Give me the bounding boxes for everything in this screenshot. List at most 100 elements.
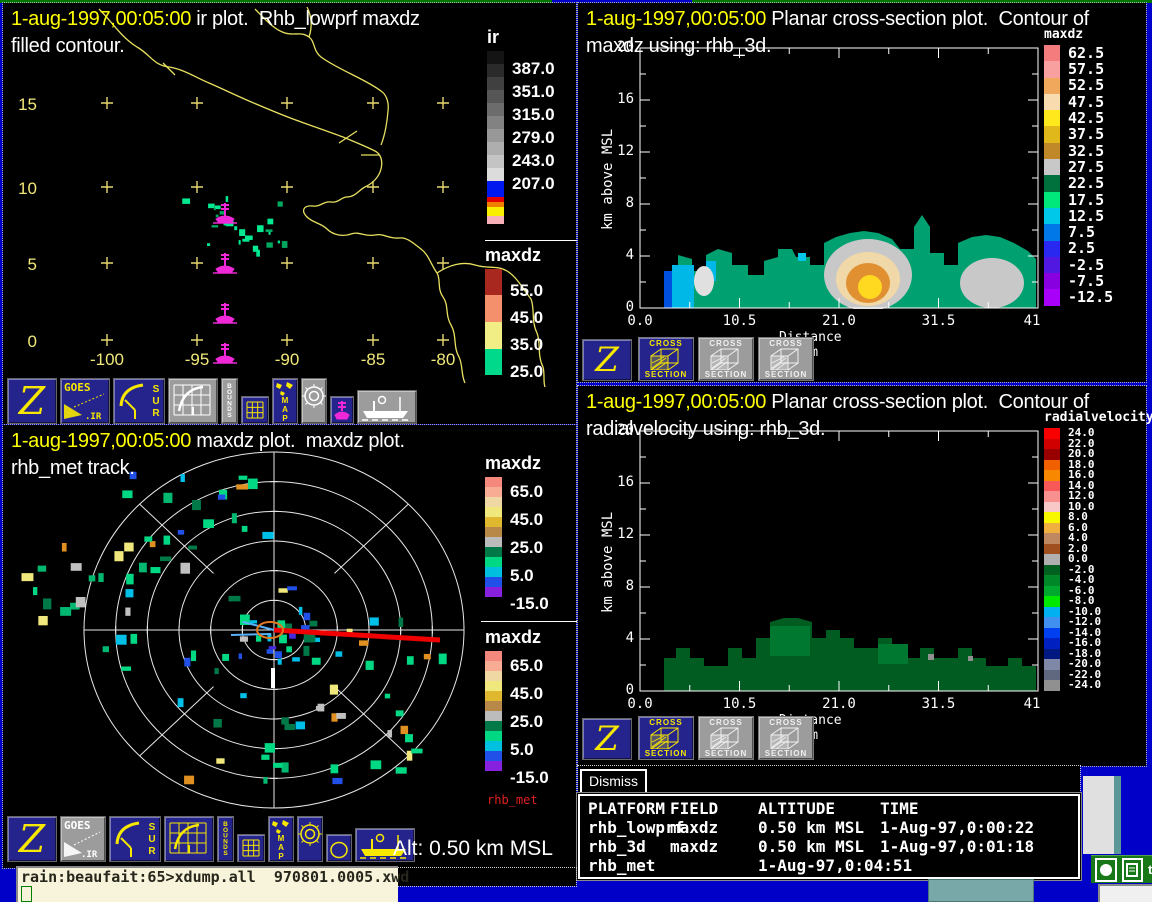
dismiss-button[interactable]: Dismiss [580, 769, 647, 794]
colorbar-separator [485, 240, 577, 241]
table-cell: rhb_3d [588, 837, 646, 856]
title-timestamp: 1-aug-1997,00:05:00 [11, 8, 191, 30]
colorbar-swatches [1044, 45, 1060, 306]
y-tick-label: 16 [608, 91, 634, 107]
y-tick-label: 16 [608, 474, 634, 490]
obscured-window-strip [394, 868, 576, 886]
table-row: rhb_lowprfmaxdz0.50 km MSL1-Aug-97,0:00:… [580, 818, 1078, 837]
cross-label: CROSS [769, 339, 802, 348]
colorbar-field-label: maxdz [485, 627, 541, 648]
title-timestamp: 1-aug-1997,00:05:00 [586, 391, 766, 413]
toolbar-button-radar-dish[interactable]: SUR [113, 378, 165, 424]
svg-text:R: R [148, 846, 156, 857]
colorbar-tick-label: -15.0 [510, 768, 549, 788]
toolbar-button-radar-grid[interactable] [164, 816, 214, 862]
x-tick-label: 0.0 [618, 313, 662, 329]
colorbar-tick-label: 7.5 [1068, 223, 1095, 241]
cross-label: CROSS [649, 718, 682, 727]
toolbar-button-bounds-label[interactable]: BOUNDS [221, 378, 238, 424]
cross-section-button[interactable]: CROSSSECTION [758, 716, 814, 760]
radar-dish: SUR [110, 817, 160, 861]
colorbar-tick-label: 57.5 [1068, 60, 1104, 78]
toolbar-button-zebra-z[interactable]: Z [7, 816, 57, 862]
x-tick-label: 31.5 [917, 313, 961, 329]
toolbar-button-bounds-label[interactable]: BOUNDS [217, 816, 234, 862]
toolbar-button-circle[interactable] [326, 834, 352, 862]
toolbar-button-grid[interactable] [241, 396, 269, 424]
window-menu-button[interactable] [1095, 858, 1117, 882]
svg-text:S: S [149, 822, 156, 833]
toolbar-button-radar-grid[interactable] [168, 378, 218, 424]
colorbar-swatches [485, 269, 502, 375]
cross-label: CROSS [709, 718, 742, 727]
x-tick-label: 21.0 [817, 696, 861, 712]
colorbar-tick-label: 65.0 [510, 482, 543, 502]
toolbar-button-zebra-z[interactable]: Z [7, 378, 57, 424]
colorbar-tick-label: 45.0 [510, 684, 543, 704]
window-doc-button[interactable] [1122, 858, 1144, 882]
toolbar-button-map[interactable]: MAP [272, 378, 298, 424]
cross-section-button[interactable]: CROSS SECTION [758, 337, 814, 381]
colorbar-field-label: maxdz [485, 453, 541, 474]
table-cell: maxdz [670, 818, 718, 837]
panel-title: 1-aug-1997,00:05:00 Planar cross-section… [586, 8, 1089, 31]
section-label: SECTION [765, 370, 808, 379]
table-row: rhb_3dmaxdz0.50 km MSL1-Aug-97,0:01:18 [580, 837, 1078, 856]
cross-section-button-active[interactable]: CROSSSECTION [638, 337, 694, 381]
maxdz-colorbar: maxdz55.045.035.025.0 [485, 245, 541, 375]
cross-section-buttons: ZCROSSSECTIONCROSSSECTIONCROSSSECTION [582, 339, 818, 381]
colorbar-tick-label: 32.5 [1068, 142, 1104, 160]
toolbar-button-ship[interactable] [357, 390, 417, 424]
colorbar-tick-label: 45.0 [510, 510, 543, 530]
colorbar-tick-label: 17.5 [1068, 191, 1104, 209]
svg-text:Z: Z [18, 817, 46, 861]
toolbar-button-grid[interactable] [237, 834, 265, 862]
toolbar-button-map[interactable]: MAP [268, 816, 294, 862]
ir-colorbar: ir387.0351.0315.0279.0243.0207.0 [487, 27, 499, 224]
toolbar-button-radar-dish[interactable]: SUR [109, 816, 161, 862]
map-radar-echo [182, 196, 287, 257]
toolbar-button-azimuth-rings[interactable] [297, 816, 323, 862]
panel-title: 1-aug-1997,00:05:00 ir plot. Rhb_lowprf … [11, 8, 420, 31]
y-tick-label: 8 [608, 195, 634, 211]
cross-section-button-active[interactable]: CROSSSECTION [638, 716, 694, 760]
colorbar-field-label: maxdz [485, 245, 541, 266]
track-platform-label: rhb_met [487, 793, 538, 807]
svg-text:GOES: GOES [64, 381, 91, 394]
toolbar-button-goes-satellite[interactable]: GOES .IR [60, 378, 110, 424]
toolbar-button-buoy[interactable] [330, 396, 354, 424]
section-label: SECTION [645, 370, 688, 379]
svg-text:Z: Z [594, 719, 620, 759]
toolbar-button-zebra-z[interactable]: Z [582, 718, 632, 760]
table-header: FIELD [670, 799, 718, 818]
y-tick-label: 12 [608, 143, 634, 159]
toolbar-button-azimuth-rings[interactable] [301, 378, 327, 424]
panel-title: 1-aug-1997,00:05:00 Planar cross-section… [586, 391, 1089, 414]
panel-title-line2: maxdz using: rhb_3d. [586, 35, 771, 58]
table-cell: 1-Aug-97,0:04:51 [758, 856, 912, 875]
taskbar-titlebar[interactable]: ti [1091, 855, 1152, 883]
table-header-row: PLATFORMFIELDALTITUDETIME [580, 799, 1078, 818]
desktop-widget-patch [928, 879, 1034, 902]
cross-section-button[interactable]: CROSSSECTION [698, 716, 754, 760]
cube-icon [648, 348, 684, 370]
map-grid-markers [101, 97, 449, 346]
table-cell: 1-Aug-97,0:00:22 [880, 818, 1034, 837]
svg-text:S: S [223, 850, 228, 857]
table-cell: 0.50 km MSL [758, 818, 864, 837]
grid [238, 835, 264, 861]
scrollbar-strip[interactable] [1083, 776, 1121, 854]
svg-text:S: S [227, 412, 232, 419]
coastline [99, 7, 545, 387]
buoy [331, 397, 353, 423]
svg-text:.IR: .IR [85, 412, 102, 422]
cross-section-button[interactable]: CROSSSECTION [698, 337, 754, 381]
ship [358, 391, 416, 423]
toolbar-button-goes-satellite[interactable]: GOES.IR [60, 816, 106, 862]
table-header: TIME [880, 799, 919, 818]
terminal-window[interactable]: rain:beaufait:65>xdump.all 970801.0005.x… [16, 866, 398, 902]
toolbar-button-zebra-z[interactable]: Z [582, 339, 632, 381]
map: MAP [269, 817, 293, 861]
y-tick-label: 4 [608, 247, 634, 263]
colorbar-tick-label: 25.0 [510, 712, 543, 732]
